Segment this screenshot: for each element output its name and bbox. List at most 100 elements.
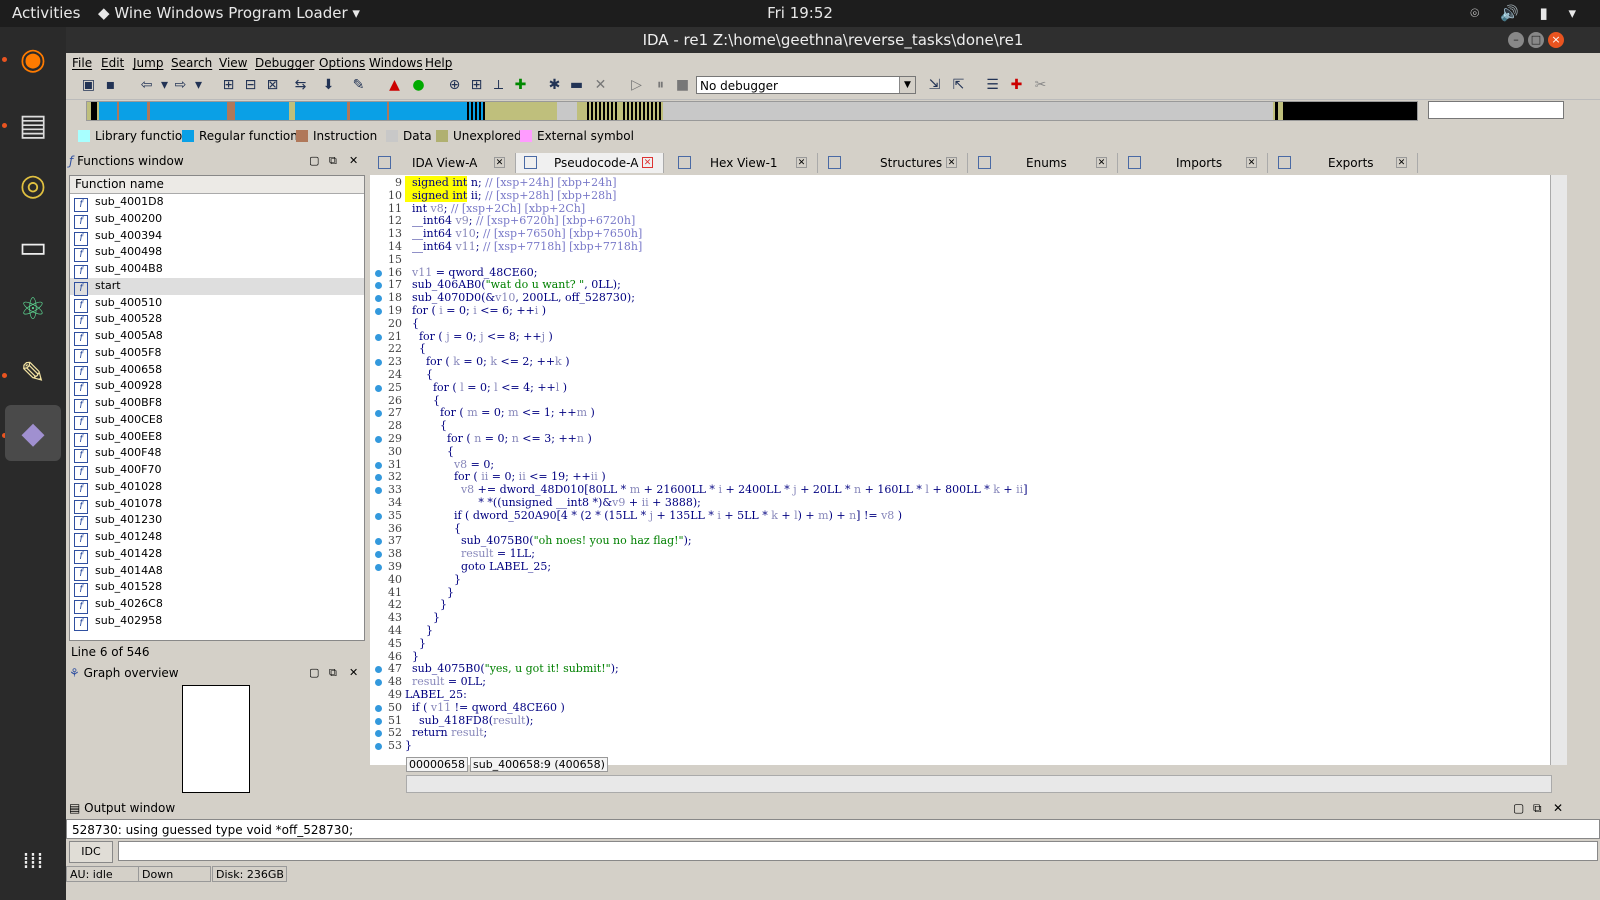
files-icon[interactable]: ▤ [5,97,61,153]
debugger-select[interactable]: No debugger ▼ [696,76,916,94]
breakpoint-dot-icon[interactable] [375,461,382,469]
back-icon[interactable]: ⇦ [138,77,155,94]
step-icon[interactable]: ⇲ [926,77,943,94]
tab-exports[interactable]: Exports ✕ [1270,153,1418,173]
stop-icon[interactable]: ■ [674,77,691,94]
menu-edit[interactable]: Edit [101,56,124,70]
function-row[interactable]: f sub_401078 [70,496,364,514]
forward-icon[interactable]: ⇨ [172,77,189,94]
function-row[interactable]: f sub_400394 [70,228,364,246]
app-menu[interactable]: ◆ Wine Windows Program Loader ▾ [98,4,360,22]
pause-icon[interactable]: ⏸ [652,77,669,94]
list-icon[interactable]: ☰ [984,77,1001,94]
code-line[interactable]: 19 for ( i = 0; i <= 6; ++i ) [370,304,546,318]
close-icon[interactable]: ✕ [1553,799,1563,817]
column-header[interactable]: Function name [70,176,364,194]
terminal-icon[interactable]: ▭ [5,219,61,275]
warning-icon[interactable]: ▲ [386,77,403,94]
function-row[interactable]: f sub_400510 [70,295,364,313]
close-icon[interactable]: ✕ [1246,157,1257,168]
close-icon[interactable]: ✕ [946,157,957,168]
open-icon[interactable]: ▣ [80,77,97,94]
tab-structures[interactable]: Structures ✕ [820,153,968,173]
breakpoint-dot-icon[interactable] [375,269,382,277]
down-arrow-icon[interactable]: ⬇ [320,77,337,94]
breakpoint-dot-icon[interactable] [375,308,382,315]
window-titlebar[interactable]: IDA - re1 Z:\home\geethna\reverse_tasks\… [66,27,1600,53]
close-icon[interactable]: ✕ [349,663,358,683]
minimize-button[interactable]: – [1508,32,1524,48]
function-row[interactable]: f sub_401248 [70,529,364,547]
function-row[interactable]: f sub_400BF8 [70,395,364,413]
nav-band-select[interactable] [1428,101,1564,119]
function-row[interactable]: f sub_401428 [70,546,364,564]
float-icon[interactable]: ⧉ [329,663,337,683]
delete-icon[interactable]: ✕ [592,77,609,94]
function-row[interactable]: f sub_400CE8 [70,412,364,430]
menu-jump[interactable]: Jump [133,56,163,70]
idc-button[interactable]: IDC [69,841,113,863]
run-green-icon[interactable]: ● [410,77,427,94]
tab-pseudocode-a[interactable]: Pseudocode-A ✕ [516,153,664,173]
function-row[interactable]: f sub_401528 [70,579,364,598]
plus-icon[interactable]: ✚ [512,77,529,94]
navigation-band[interactable] [86,101,1418,121]
maximize-button[interactable]: □ [1528,32,1544,48]
dropdown-icon[interactable]: ▾ [156,77,173,94]
function-row[interactable]: f sub_4026C8 [70,596,364,614]
code-line[interactable]: 15 [370,253,405,267]
menu-debugger[interactable]: Debugger [255,56,314,70]
code-horizontal-scrollbar[interactable] [406,775,1552,793]
breakpoint-dot-icon[interactable] [375,717,382,725]
breakpoint-dot-icon[interactable] [375,564,382,571]
tab-ida-view-a[interactable]: IDA View-A ✕ [370,153,516,173]
tab-hex-view-1[interactable]: Hex View-1 ✕ [670,153,818,173]
function-row[interactable]: f sub_400F48 [70,445,364,464]
binary-search-icon[interactable]: ⊞ [220,77,237,94]
tab-imports[interactable]: Imports ✕ [1120,153,1268,173]
add-icon[interactable]: ⊞ [468,77,485,94]
system-tray[interactable]: ⌾ 🔊 ▮ ▾ [1470,4,1584,22]
graph-overview[interactable] [182,685,250,793]
scripts-icon[interactable]: ✎ [350,77,367,94]
code-vertical-scrollbar[interactable] [1550,175,1567,765]
breakpoint-icon[interactable]: ✚ [1008,77,1025,94]
immediate-search-icon[interactable]: ⊠ [264,77,281,94]
wine-icon[interactable]: ◆ [5,405,61,461]
function-row[interactable]: f sub_400200 [70,211,364,229]
function-row[interactable]: f sub_400658 [70,362,364,380]
code-line[interactable]: 27 for ( m = 0; m <= 1; ++m ) [370,406,595,420]
restore-icon[interactable]: ▢ [1513,799,1524,817]
menu-windows[interactable]: Windows [369,56,423,70]
dropdown-icon[interactable]: ▾ [190,77,207,94]
restore-icon[interactable]: ▢ [309,663,319,683]
function-row[interactable]: f sub_4004B8 [70,261,364,279]
function-row[interactable]: f sub_4014A8 [70,563,364,581]
rhythmbox-icon[interactable]: ◎ [5,157,61,213]
text-search-icon[interactable]: ⊟ [242,77,259,94]
function-row[interactable]: f sub_400528 [70,311,364,330]
function-row[interactable]: f sub_401028 [70,479,364,497]
output-text[interactable]: 528730: using guessed type void *off_528… [66,819,1600,839]
car-icon[interactable]: ▬ [568,77,585,94]
menu-help[interactable]: Help [425,56,452,70]
save-icon[interactable]: ▪ [102,77,119,94]
menu-view[interactable]: View [219,56,247,70]
code-line[interactable]: 53} [370,739,412,753]
tab-enums[interactable]: Enums ✕ [970,153,1118,173]
function-row[interactable]: f sub_400EE8 [70,429,364,447]
code-line[interactable]: 25 for ( l = 0; l <= 4; ++l ) [370,381,567,395]
firefox-icon[interactable]: ◉ [5,31,61,87]
function-row[interactable]: f sub_400928 [70,378,364,397]
code-line[interactable]: 14 __int64 v11; // [xsp+7718h] [xbp+7718… [370,240,642,254]
function-row[interactable]: f sub_401230 [70,512,364,531]
play-icon[interactable]: ▷ [628,77,645,94]
settings-icon[interactable]: ✱ [546,77,563,94]
pseudocode-view[interactable]: 9 signed int n; // [xsp+24h] [xbp+24h] 10… [370,175,1550,765]
menu-options[interactable]: Options [319,56,365,70]
function-row[interactable]: f sub_400F70 [70,462,364,480]
function-row[interactable]: f sub_4005A8 [70,328,364,346]
breakpoint-dot-icon[interactable] [375,333,382,341]
function-row[interactable]: f sub_4001D8 [70,194,364,212]
close-icon[interactable]: ✕ [1396,157,1407,168]
